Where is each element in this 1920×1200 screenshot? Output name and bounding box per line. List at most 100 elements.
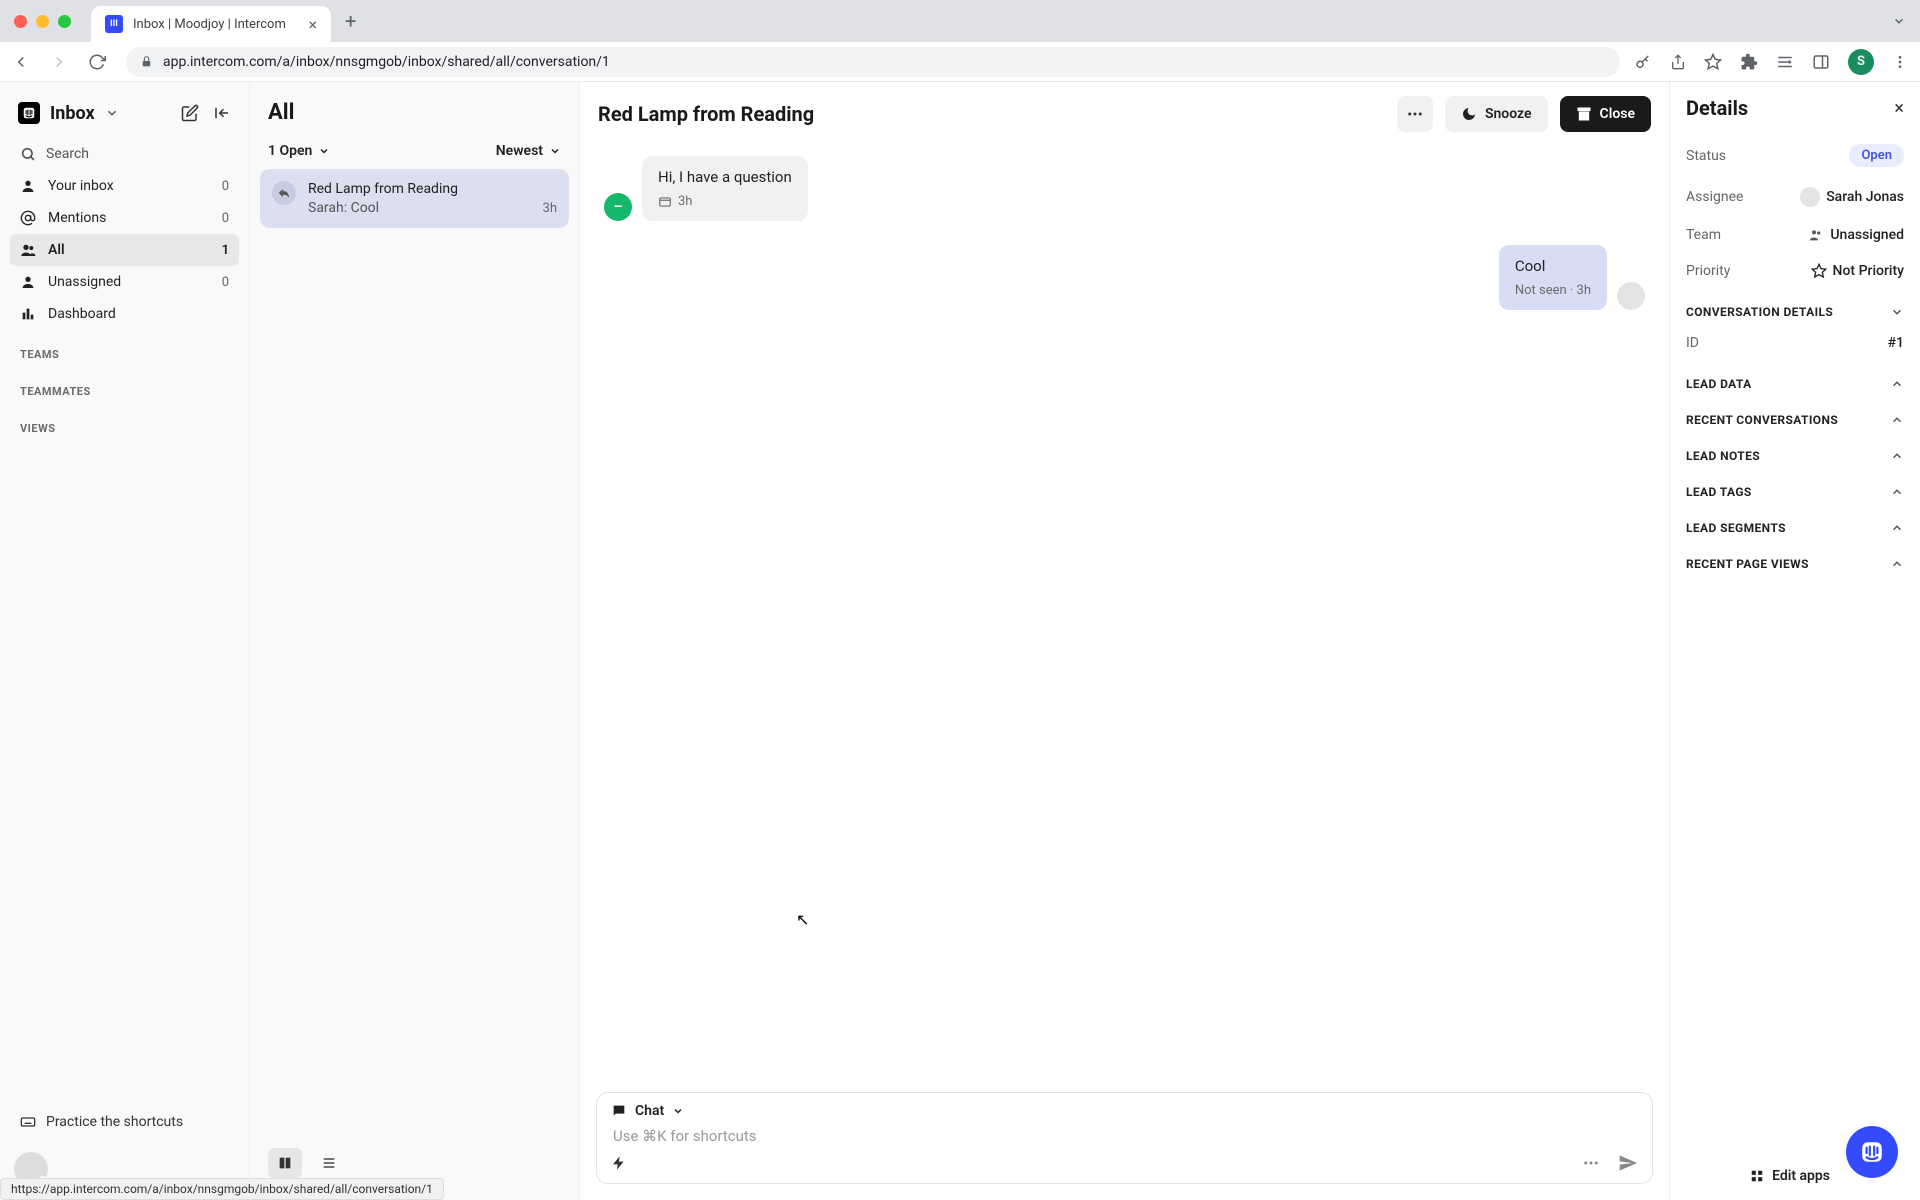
close-details-button[interactable]: ×	[1894, 98, 1904, 119]
sidebar-item-label: All	[48, 242, 65, 258]
sidebar-section-views[interactable]: VIEWS	[10, 404, 239, 441]
key-icon[interactable]	[1634, 53, 1652, 71]
sidebar-section-teams[interactable]: TEAMS	[10, 330, 239, 367]
agent-avatar-icon	[1617, 282, 1645, 310]
window-minimize-icon[interactable]	[36, 15, 49, 28]
chevron-up-icon	[1890, 521, 1904, 535]
detail-row-priority: Priority Not Priority	[1686, 253, 1904, 289]
chevron-up-icon	[1890, 557, 1904, 571]
conversation-card[interactable]: Red Lamp from Reading Sarah: Cool 3h	[260, 169, 569, 228]
section-recent-page-views[interactable]: RECENT PAGE VIEWS	[1686, 541, 1904, 577]
list-filters: 1 Open Newest	[260, 143, 569, 169]
snooze-label: Snooze	[1485, 106, 1532, 122]
more-icon[interactable]	[1582, 1154, 1600, 1172]
sidebar: Inbox Search Your inbox 0 Mentions 0 Al	[0, 82, 250, 1200]
list-view-toggle[interactable]	[312, 1148, 346, 1178]
status-badge[interactable]: Open	[1849, 144, 1904, 167]
extensions-icon[interactable]	[1740, 53, 1758, 71]
sidebar-item-dashboard[interactable]: Dashboard	[10, 298, 239, 330]
toolbar-icons: S	[1634, 49, 1908, 75]
priority-value[interactable]: Not Priority	[1811, 263, 1904, 279]
edit-apps-button[interactable]: Edit apps	[1750, 1168, 1830, 1184]
person-icon	[20, 274, 36, 290]
new-tab-button[interactable]: +	[345, 9, 356, 33]
sidebar-item-mentions[interactable]: Mentions 0	[10, 202, 239, 234]
sidebar-item-your-inbox[interactable]: Your inbox 0	[10, 170, 239, 202]
message-incoming: – Hi, I have a question 3h	[604, 156, 1645, 221]
conversation-header: Red Lamp from Reading Snooze Close	[580, 82, 1669, 146]
status-filter[interactable]: 1 Open	[268, 143, 330, 159]
user-icon	[20, 178, 36, 194]
search-label: Search	[46, 146, 89, 162]
detail-row-team: Team Unassigned	[1686, 217, 1904, 253]
chevron-down-icon	[549, 145, 561, 157]
tabs-menu-icon[interactable]	[1892, 14, 1906, 28]
details-title: Details	[1686, 96, 1748, 120]
message-text: Hi, I have a question	[658, 168, 792, 186]
detail-label: Status	[1686, 148, 1726, 164]
section-lead-notes[interactable]: LEAD NOTES	[1686, 433, 1904, 469]
practice-shortcuts-button[interactable]: Practice the shortcuts	[10, 1104, 239, 1140]
reload-button[interactable]	[88, 53, 112, 71]
assignee-value[interactable]: Sarah Jonas	[1800, 187, 1904, 207]
tab-close-icon[interactable]: ×	[308, 15, 317, 34]
conversation-snippet: Sarah: Cool	[308, 200, 531, 216]
forward-button[interactable]	[50, 53, 74, 71]
bolt-icon[interactable]	[611, 1155, 627, 1171]
people-icon	[20, 242, 36, 258]
kebab-menu-icon[interactable]	[1892, 54, 1908, 70]
collapse-sidebar-icon[interactable]	[213, 104, 231, 122]
search-button[interactable]: Search	[10, 138, 239, 170]
team-value[interactable]: Unassigned	[1808, 227, 1904, 243]
section-recent-conversations[interactable]: RECENT CONVERSATIONS	[1686, 397, 1904, 433]
sort-filter[interactable]: Newest	[496, 143, 561, 159]
close-label: Close	[1600, 106, 1635, 122]
message-bubble[interactable]: Cool Not seen · 3h	[1499, 245, 1607, 310]
message-bubble[interactable]: Hi, I have a question 3h	[642, 156, 808, 221]
share-icon[interactable]	[1670, 54, 1686, 70]
sidebar-item-count: 0	[222, 179, 229, 194]
close-button[interactable]: Close	[1560, 96, 1651, 132]
send-button[interactable]	[1618, 1153, 1638, 1173]
list-title: All	[260, 96, 569, 143]
composer-input[interactable]: Use ⌘K for shortcuts	[611, 1119, 1638, 1153]
search-icon	[20, 146, 36, 162]
detail-row-assignee: Assignee Sarah Jonas	[1686, 177, 1904, 217]
browser-tab[interactable]: III Inbox | Moodjoy | Intercom ×	[91, 6, 331, 42]
people-icon	[1808, 227, 1824, 243]
snooze-button[interactable]: Snooze	[1445, 96, 1548, 132]
section-lead-tags[interactable]: LEAD TAGS	[1686, 469, 1904, 505]
profile-avatar[interactable]: S	[1848, 49, 1874, 75]
composer-mode-label: Chat	[635, 1103, 664, 1119]
reply-icon	[272, 181, 296, 205]
composer-mode-selector[interactable]: Chat	[611, 1103, 1638, 1119]
chart-icon	[20, 306, 36, 322]
sidebar-item-label: Unassigned	[48, 274, 121, 290]
compose-icon[interactable]	[181, 104, 199, 122]
chevron-down-icon	[318, 145, 330, 157]
reading-list-icon[interactable]	[1776, 53, 1794, 71]
section-conversation-details[interactable]: CONVERSATION DETAILS	[1686, 289, 1904, 325]
conversation-title: Red Lamp from Reading	[598, 102, 1385, 126]
url-field[interactable]: app.intercom.com/a/inbox/nnsgmgob/inbox/…	[126, 47, 1620, 77]
message-time: 3h	[678, 194, 692, 209]
sidebar-item-count: 0	[222, 211, 229, 226]
card-view-toggle[interactable]	[268, 1148, 302, 1178]
star-icon[interactable]	[1704, 53, 1722, 71]
conversation-list-pane: All 1 Open Newest Red Lamp from Reading …	[250, 82, 580, 1200]
window-close-icon[interactable]	[14, 15, 27, 28]
shortcut-label: Practice the shortcuts	[46, 1114, 183, 1130]
chat-icon	[611, 1103, 627, 1119]
more-actions-button[interactable]	[1397, 96, 1433, 132]
sidebar-section-teammates[interactable]: TEAMMATES	[10, 367, 239, 404]
sidebar-item-all[interactable]: All 1	[10, 234, 239, 266]
chevron-down-icon[interactable]	[105, 106, 119, 120]
back-button[interactable]	[12, 53, 36, 71]
window-maximize-icon[interactable]	[58, 15, 71, 28]
sidebar-item-unassigned[interactable]: Unassigned 0	[10, 266, 239, 298]
section-lead-data[interactable]: LEAD DATA	[1686, 361, 1904, 397]
help-launcher[interactable]	[1846, 1126, 1898, 1178]
sidepanel-icon[interactable]	[1812, 53, 1830, 71]
section-lead-segments[interactable]: LEAD SEGMENTS	[1686, 505, 1904, 541]
message-composer[interactable]: Chat Use ⌘K for shortcuts	[596, 1092, 1653, 1184]
